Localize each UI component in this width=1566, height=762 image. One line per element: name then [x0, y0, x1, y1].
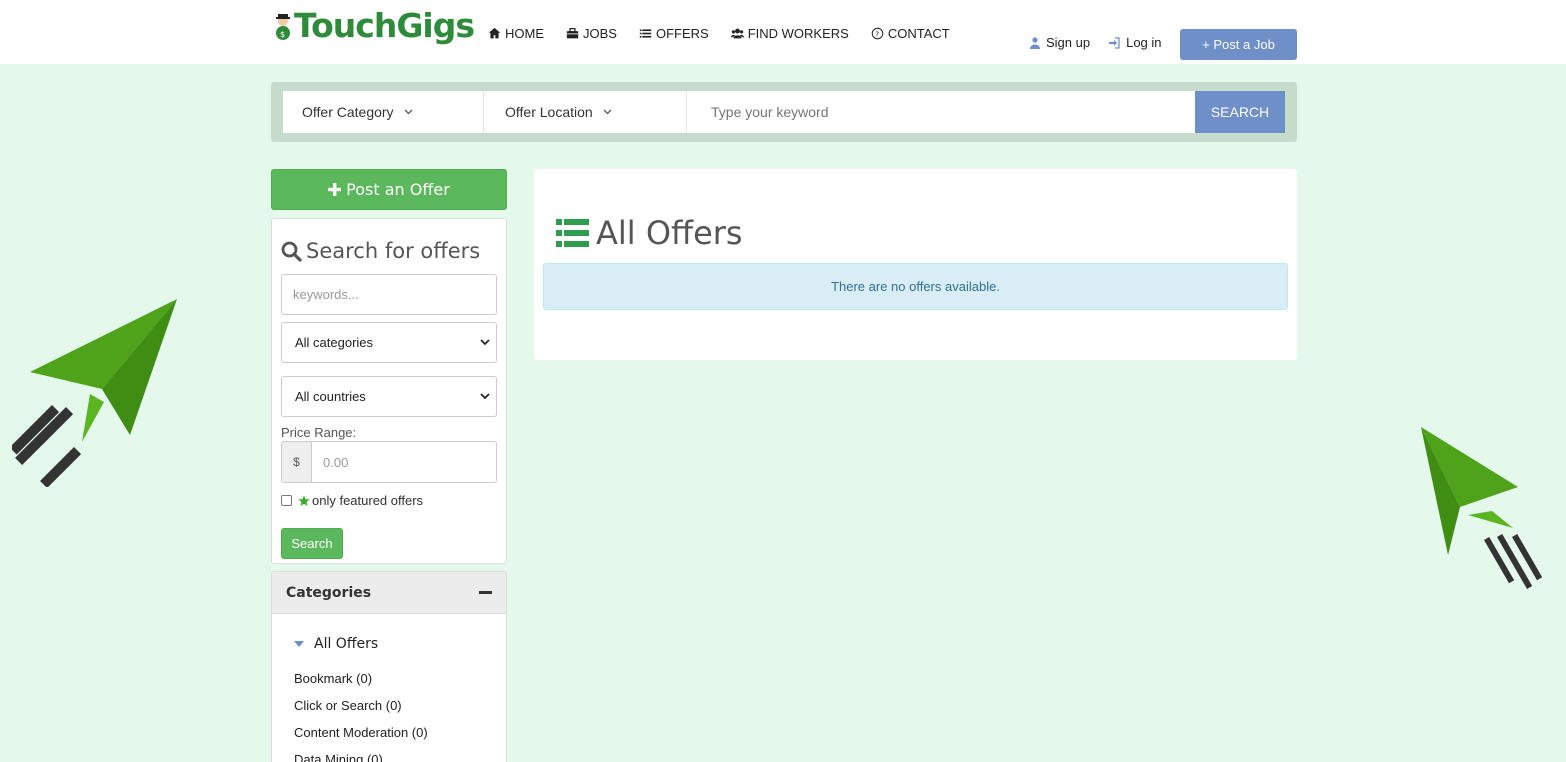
featured-label-wrap: only featured offers [298, 493, 423, 508]
category-list: Bookmark (0) Click or Search (0) Content… [294, 671, 428, 762]
chevron-down-icon [480, 393, 490, 400]
svg-text:$: $ [280, 30, 285, 39]
post-offer-label: Post an Offer [346, 180, 450, 199]
category-item[interactable]: Data Mining (0) [294, 752, 428, 762]
paper-plane-left-icon [12, 299, 177, 487]
logo-text: TouchGigs [294, 6, 475, 45]
nav-contact[interactable]: ? CONTACT [871, 26, 950, 41]
search-bar-inner: Offer Category Offer Location SEARCH [283, 91, 1285, 133]
briefcase-icon [566, 28, 579, 39]
price-input[interactable]: 0.00 [312, 442, 496, 482]
search-icon [281, 241, 302, 262]
chevron-down-icon [480, 339, 490, 346]
no-offers-alert: There are no offers available. [543, 263, 1288, 310]
paper-plane-right-icon [1421, 427, 1543, 589]
sign-in-icon [1109, 36, 1120, 49]
category-select-value: All categories [295, 335, 374, 350]
country-select-value: All countries [295, 389, 366, 404]
categories-header: Categories [272, 572, 506, 614]
signup-link[interactable]: Sign up [1030, 35, 1090, 50]
search-offers-panel: Search for offers keywords... All catego… [271, 218, 507, 564]
sidebar-search-button[interactable]: Search [281, 528, 343, 559]
nav-label: JOBS [583, 26, 617, 41]
country-select[interactable]: All countries [281, 376, 497, 417]
post-offer-button[interactable]: Post an Offer [271, 169, 507, 210]
home-icon [488, 27, 501, 39]
offer-search-bar: Offer Category Offer Location SEARCH [271, 82, 1297, 142]
plus-icon [328, 183, 342, 196]
category-item[interactable]: Bookmark (0) [294, 671, 428, 698]
page-title: All Offers [556, 214, 743, 252]
site-header: $ TouchGigs HOME JOBS OFFERS FIND WORKER… [0, 0, 1566, 64]
nav-label: HOME [505, 26, 544, 41]
users-icon [730, 28, 744, 39]
category-item[interactable]: Click or Search (0) [294, 698, 428, 725]
price-input-group: $ 0.00 [281, 441, 497, 483]
offer-category-label: Offer Category [302, 104, 394, 120]
keyword-input[interactable] [687, 91, 1195, 133]
search-panel-title: Search for offers [281, 239, 480, 263]
login-label: Log in [1126, 35, 1162, 50]
search-button[interactable]: SEARCH [1195, 91, 1285, 133]
offer-location-dropdown[interactable]: Offer Location [484, 91, 687, 133]
featured-checkbox[interactable] [281, 495, 292, 506]
question-circle-icon: ? [871, 27, 884, 40]
chevron-down-icon [603, 109, 612, 115]
signup-label: Sign up [1046, 35, 1091, 50]
nav-jobs[interactable]: JOBS [566, 26, 617, 41]
user-icon [1030, 36, 1040, 49]
list-icon [556, 219, 589, 247]
category-select[interactable]: All categories [281, 322, 497, 363]
nav-label: OFFERS [655, 26, 709, 41]
nav-home[interactable]: HOME [488, 26, 544, 41]
nav-label: CONTACT [887, 26, 950, 41]
list-icon [639, 29, 652, 38]
collapse-minus-icon[interactable] [479, 591, 492, 594]
logo-mascot-icon: $ [272, 11, 294, 41]
svg-text:?: ? [875, 29, 879, 38]
offer-location-label: Offer Location [505, 104, 593, 120]
page-title-text: All Offers [596, 214, 743, 252]
auth-links: Sign up Log in [1030, 35, 1162, 50]
login-link[interactable]: Log in [1108, 35, 1162, 50]
post-job-button[interactable]: + Post a Job [1180, 29, 1297, 60]
offer-category-dropdown[interactable]: Offer Category [283, 91, 484, 133]
search-panel-title-text: Search for offers [306, 239, 481, 263]
featured-filter: only featured offers [281, 493, 423, 508]
nav-find-workers[interactable]: FIND WORKERS [730, 26, 849, 41]
featured-label: only featured offers [312, 493, 424, 508]
category-root-label: All Offers [314, 636, 379, 652]
price-range-label: Price Range: [281, 425, 357, 440]
logo[interactable]: $ TouchGigs [272, 6, 475, 45]
star-icon [298, 495, 310, 506]
nav-offers[interactable]: OFFERS [639, 26, 709, 41]
nav-label: FIND WORKERS [747, 26, 849, 41]
currency-addon: $ [282, 442, 312, 482]
offers-main-panel: All Offers There are no offers available… [534, 169, 1297, 360]
category-root-all-offers[interactable]: All Offers [294, 636, 378, 652]
caret-down-icon [294, 641, 304, 647]
categories-title: Categories [286, 584, 372, 601]
keywords-input[interactable]: keywords... [281, 274, 497, 315]
category-item[interactable]: Content Moderation (0) [294, 725, 428, 752]
categories-panel: Categories All Offers Bookmark (0) Click… [271, 571, 507, 762]
main-nav: HOME JOBS OFFERS FIND WORKERS ? CONTACT [488, 26, 950, 41]
chevron-down-icon [404, 109, 413, 115]
